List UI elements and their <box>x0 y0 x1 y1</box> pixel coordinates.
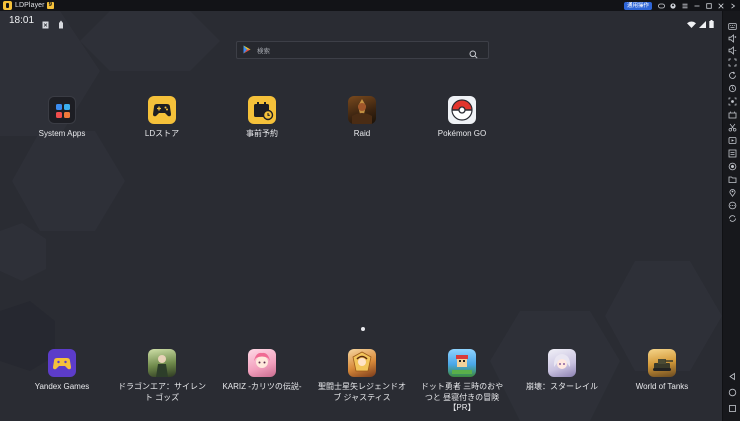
world-of-tanks-icon <box>648 349 676 377</box>
operation-record-icon[interactable] <box>728 158 737 171</box>
app-label: Yandex Games <box>34 382 90 391</box>
storage-icon <box>58 16 64 34</box>
pre-register-calendar-icon <box>248 96 276 124</box>
app-label: 聖闘士星矢レジェンドオブ ジャスティス <box>318 382 406 402</box>
raid-game-icon <box>348 96 376 124</box>
app-label: KARIZ -カリツの伝説- <box>222 382 302 391</box>
close-icon[interactable] <box>718 2 724 9</box>
yandex-games-icon <box>48 349 76 377</box>
app-dot-hero[interactable]: ドット勇者 三時のおやつと 昼寝付きの冒険【PR】 <box>417 349 507 414</box>
apk-install-icon[interactable] <box>728 106 737 119</box>
home-button-icon[interactable] <box>728 384 737 397</box>
gamepad-store-icon <box>148 96 176 124</box>
multi-instance-icon[interactable] <box>728 145 737 158</box>
minimize-icon[interactable] <box>694 3 700 9</box>
rotate-icon[interactable] <box>728 67 737 79</box>
sync-icon[interactable] <box>728 80 737 93</box>
account-icon[interactable] <box>670 2 676 9</box>
clock: 18:01 <box>9 15 35 26</box>
signal-icon <box>699 15 706 33</box>
sidebar-toggle-icon[interactable] <box>730 2 736 9</box>
screenshot-icon[interactable] <box>728 93 737 106</box>
notification-icon <box>42 16 49 34</box>
app-title: LDPlayer <box>15 2 45 9</box>
search-placeholder: 検索 <box>257 48 270 55</box>
pokeball-icon <box>448 96 476 124</box>
app-dragon-air[interactable]: ドラゴンエア：サイレント ゴッズ <box>117 349 207 403</box>
app-yandex-games[interactable]: Yandex Games <box>17 349 107 393</box>
app-pre-register[interactable]: 事前予約 <box>217 96 307 140</box>
gamepad-icon[interactable] <box>658 3 665 9</box>
ldplayer-logo-icon <box>3 1 12 10</box>
app-label: LDストア <box>144 129 180 138</box>
app-label: Raid <box>353 129 371 138</box>
battery-icon <box>709 15 714 33</box>
app-pokemon-go[interactable]: Pokémon GO <box>417 96 507 140</box>
system-apps-folder-icon <box>48 96 76 124</box>
title-bar: LDPlayer 9 通用操作 <box>0 0 740 11</box>
dot-hero-game-icon <box>448 349 476 377</box>
search-bar[interactable]: 検索 <box>236 41 489 59</box>
app-star-rail[interactable]: 崩壊：スターレイル <box>517 349 607 393</box>
fullscreen-icon[interactable] <box>728 54 737 67</box>
menu-icon[interactable] <box>682 3 688 9</box>
wifi-icon <box>687 15 696 33</box>
operation-mode-button[interactable]: 通用操作 <box>623 1 652 10</box>
app-ld-store[interactable]: LDストア <box>117 96 207 140</box>
volume-down-icon[interactable] <box>728 42 737 55</box>
app-label: Pokémon GO <box>437 129 487 138</box>
location-icon[interactable] <box>728 184 737 197</box>
app-system-apps[interactable]: System Apps <box>17 96 107 140</box>
app-label: System Apps <box>38 129 86 138</box>
status-bar: 18:01 <box>0 11 722 29</box>
play-store-icon <box>243 41 251 59</box>
app-world-of-tanks[interactable]: World of Tanks <box>617 349 707 393</box>
app-raid[interactable]: Raid <box>317 96 407 140</box>
maximize-icon[interactable] <box>706 2 712 9</box>
volume-up-icon[interactable] <box>728 30 737 43</box>
kariz-game-icon <box>248 349 276 377</box>
emulator-toolbar <box>722 11 740 421</box>
search-icon[interactable] <box>469 46 478 64</box>
app-label: 事前予約 <box>246 129 278 138</box>
app-label: ドラゴンエア：サイレント ゴッズ <box>118 382 206 402</box>
star-rail-game-icon <box>548 349 576 377</box>
sync-operation-icon[interactable] <box>728 210 737 222</box>
shared-folder-icon[interactable] <box>728 171 737 183</box>
page-indicator <box>361 327 365 331</box>
app-label: World of Tanks <box>635 382 689 391</box>
scissors-icon[interactable] <box>728 119 737 132</box>
back-button-icon[interactable] <box>728 368 737 381</box>
saint-seiya-game-icon <box>348 349 376 377</box>
app-label: 崩壊：スターレイル <box>526 382 598 391</box>
app-saint-seiya[interactable]: 聖闘士星矢レジェンドオブ ジャスティス <box>317 349 407 403</box>
android-home-screen[interactable]: 18:01 検索 System Apps LDストア 事前予約 Raid Pok… <box>0 11 722 421</box>
dragon-air-game-icon <box>148 349 176 377</box>
more-options-icon[interactable] <box>728 197 737 210</box>
recent-apps-icon[interactable] <box>728 400 737 412</box>
keyboard-mapping-icon[interactable] <box>728 18 737 30</box>
version-badge: 9 <box>46 2 54 9</box>
app-label: ドット勇者 三時のおやつと 昼寝付きの冒険【PR】 <box>420 382 504 412</box>
app-kariz[interactable]: KARIZ -カリツの伝説- <box>217 349 307 393</box>
record-video-icon[interactable] <box>728 132 737 144</box>
